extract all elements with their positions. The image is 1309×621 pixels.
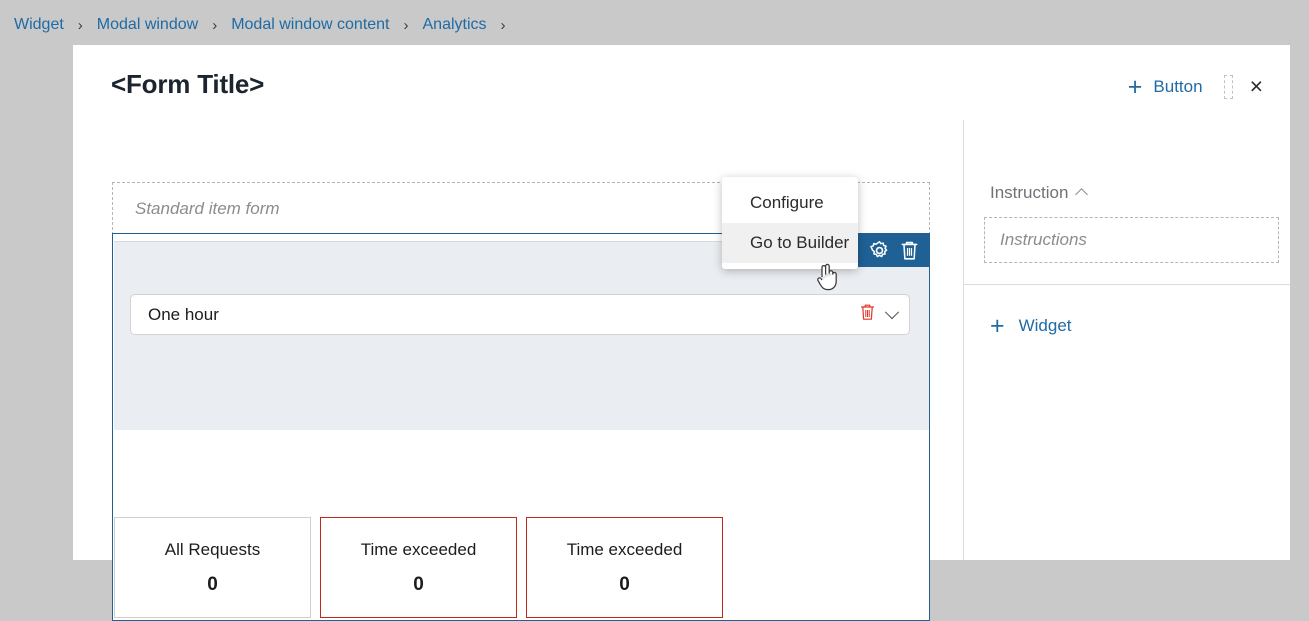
header-actions: + Button × bbox=[1124, 73, 1269, 100]
trash-icon[interactable] bbox=[860, 303, 875, 326]
close-icon[interactable]: × bbox=[1244, 73, 1269, 100]
period-select-value: One hour bbox=[148, 304, 219, 324]
metric-card-value: 0 bbox=[619, 573, 630, 595]
chevron-down-icon[interactable] bbox=[884, 304, 900, 319]
drag-handle[interactable] bbox=[1223, 74, 1233, 99]
add-button-label: Button bbox=[1153, 76, 1203, 96]
breadcrumb-separator-icon: › bbox=[500, 16, 506, 34]
main-content-column: Standard item form One hour All Requests… bbox=[73, 120, 963, 621]
plus-icon: + bbox=[1127, 72, 1143, 101]
context-menu-item-go-to-builder[interactable]: Go to Builder bbox=[722, 223, 858, 263]
page-title: <Form Title> bbox=[111, 69, 265, 99]
metric-card-title: Time exceeded bbox=[360, 539, 477, 559]
panel-header: <Form Title> + Button × bbox=[73, 45, 1290, 120]
add-widget-label: Widget bbox=[1018, 316, 1072, 335]
breadcrumb-separator-icon: › bbox=[77, 16, 83, 34]
breadcrumb: Widget › Modal window › Modal window con… bbox=[14, 11, 520, 39]
chevron-up-icon[interactable] bbox=[1075, 188, 1089, 201]
trash-icon[interactable] bbox=[900, 240, 919, 261]
period-select[interactable]: One hour bbox=[130, 294, 910, 335]
sidebar: Instruction Instructions + Widget bbox=[963, 120, 1290, 560]
plus-icon: + bbox=[990, 312, 1005, 340]
metric-card[interactable]: Time exceeded 0 bbox=[526, 517, 723, 618]
widget-filter-region bbox=[114, 241, 929, 430]
metric-card[interactable]: All Requests 0 bbox=[114, 517, 311, 618]
modal-window-panel: <Form Title> + Button × Standard item fo… bbox=[73, 45, 1290, 621]
instruction-section: Instruction Instructions bbox=[964, 120, 1290, 285]
metric-card-value: 0 bbox=[207, 573, 218, 595]
add-widget-button[interactable]: + Widget bbox=[990, 312, 1072, 340]
gear-icon[interactable] bbox=[869, 240, 890, 261]
breadcrumb-item-modal-window-content[interactable]: Modal window content bbox=[231, 16, 389, 34]
panel-body: Standard item form One hour All Requests… bbox=[73, 120, 1290, 621]
add-button-button[interactable]: + Button bbox=[1124, 74, 1207, 100]
metric-card[interactable]: Time exceeded 0 bbox=[320, 517, 517, 618]
instructions-dropzone[interactable]: Instructions bbox=[984, 217, 1279, 263]
context-menu-item-configure[interactable]: Configure bbox=[722, 183, 858, 223]
period-select-icons bbox=[860, 303, 900, 326]
metric-card-value: 0 bbox=[413, 573, 424, 595]
metric-card-title: Time exceeded bbox=[566, 539, 683, 559]
breadcrumb-separator-icon: › bbox=[212, 16, 218, 34]
breadcrumb-separator-icon: › bbox=[403, 16, 409, 34]
instruction-title: Instruction bbox=[990, 183, 1069, 202]
metric-card-title: All Requests bbox=[164, 539, 261, 559]
instructions-placeholder: Instructions bbox=[1000, 230, 1087, 249]
widget-action-toolbar bbox=[829, 233, 930, 267]
standard-item-form-label: Standard item form bbox=[135, 198, 280, 218]
breadcrumb-item-analytics[interactable]: Analytics bbox=[423, 16, 487, 34]
breadcrumb-item-widget[interactable]: Widget bbox=[14, 16, 64, 34]
analytics-widget-container: One hour All Requests 0 Time exceeded 0 … bbox=[112, 233, 930, 621]
breadcrumb-item-modal-window[interactable]: Modal window bbox=[97, 16, 198, 34]
context-menu: Configure Go to Builder bbox=[722, 177, 858, 269]
instruction-header[interactable]: Instruction bbox=[990, 183, 1290, 203]
metric-cards-row: All Requests 0 Time exceeded 0 Time exce… bbox=[114, 517, 723, 618]
